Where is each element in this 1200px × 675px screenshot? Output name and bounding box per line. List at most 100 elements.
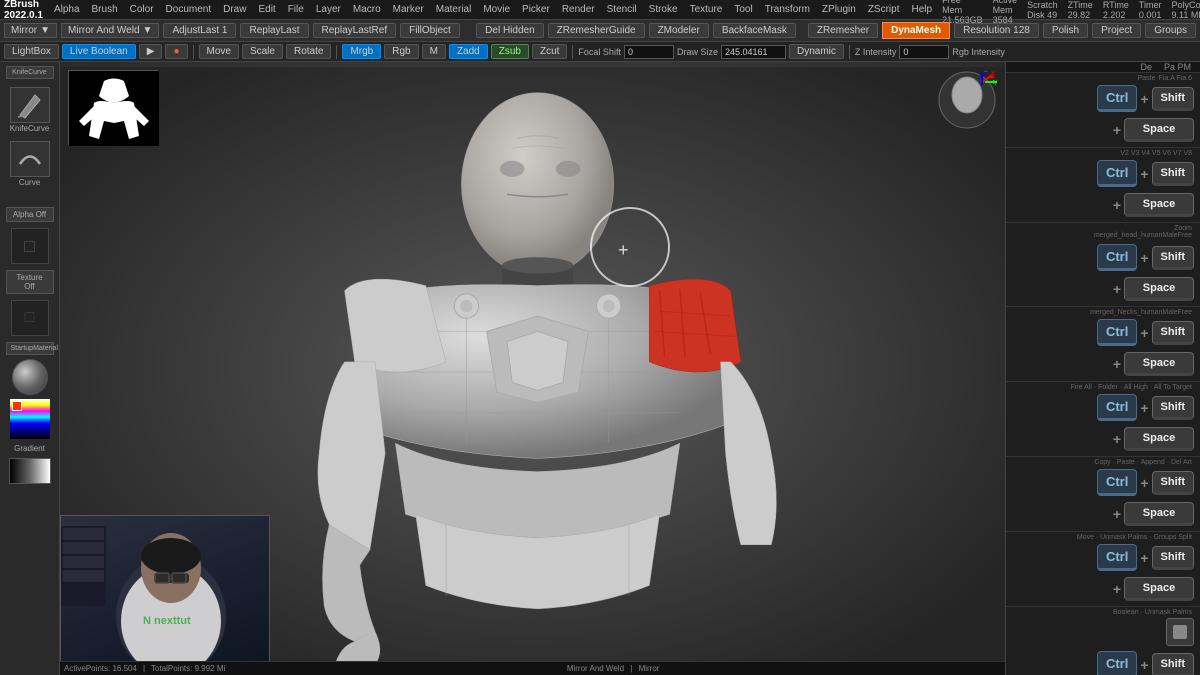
ctrl-key-5[interactable]: Ctrl — [1097, 394, 1137, 421]
m-btn[interactable]: M — [422, 44, 446, 59]
canvas-area[interactable]: + X Y Z — [60, 62, 1005, 675]
zsub-btn[interactable]: Zsub — [491, 44, 529, 59]
nav-gizmo[interactable]: X Y Z — [937, 70, 997, 130]
shift-key-1[interactable]: Shift — [1152, 87, 1194, 111]
space-key-5[interactable]: Space — [1124, 427, 1194, 451]
menu-zscript[interactable]: ZScript — [863, 3, 905, 16]
shift-key-2[interactable]: Shift — [1152, 162, 1194, 186]
ctrl-key-7[interactable]: Ctrl — [1097, 544, 1137, 571]
menu-zplugin[interactable]: ZPlugin — [817, 3, 861, 16]
knife-curve-brush[interactable]: KnifeCurve — [4, 85, 56, 135]
menu-render[interactable]: Render — [557, 3, 600, 16]
draw-size-input[interactable] — [721, 45, 786, 59]
zmodeler-btn[interactable]: ZModeler — [649, 23, 709, 38]
space-key-7[interactable]: Space — [1124, 577, 1194, 601]
adjust-last-btn[interactable]: AdjustLast 1 — [163, 23, 236, 38]
menu-draw[interactable]: Draw — [218, 3, 251, 16]
space-key-2[interactable]: Space — [1124, 193, 1194, 217]
material-sphere[interactable] — [12, 359, 48, 395]
scale-btn[interactable]: Scale — [242, 44, 283, 59]
polish-btn[interactable]: Polish — [1043, 23, 1088, 38]
replay-last-ref-btn[interactable]: ReplayLastRef — [313, 23, 397, 38]
gradient-swatch[interactable] — [9, 458, 51, 484]
ctrl-key-1[interactable]: Ctrl — [1097, 85, 1137, 112]
menu-macro[interactable]: Macro — [348, 3, 386, 16]
shift-key-5[interactable]: Shift — [1152, 396, 1194, 420]
menu-alpha[interactable]: Alpha — [49, 3, 85, 16]
menu-edit[interactable]: Edit — [253, 3, 280, 16]
zcut-btn[interactable]: Zcut — [532, 44, 567, 59]
zadd-btn[interactable]: Zadd — [449, 44, 488, 59]
zremesher-guide-btn[interactable]: ZRemesherGuide — [548, 23, 645, 38]
shift-key-3[interactable]: Shift — [1152, 246, 1194, 270]
rgb-btn[interactable]: Rgb — [384, 44, 418, 59]
left-sidebar: KnifeCurve KnifeCurve Curve Alpha Off □ — [0, 62, 60, 675]
del-hidden-btn[interactable]: Del Hidden — [476, 23, 543, 38]
menu-texture[interactable]: Texture — [685, 3, 728, 16]
mrgb-btn[interactable]: Mrgb — [342, 44, 381, 59]
menu-document[interactable]: Document — [161, 3, 217, 16]
live-boolean-btn[interactable]: Live Boolean — [62, 44, 136, 59]
zremesher-btn[interactable]: ZRemesher — [808, 23, 878, 38]
ctrl-key-6[interactable]: Ctrl — [1097, 469, 1137, 496]
shift-key-6[interactable]: Shift — [1152, 471, 1194, 495]
menu-help[interactable]: Help — [907, 3, 938, 16]
color-swatch[interactable] — [10, 399, 50, 439]
space-key-1[interactable]: Space — [1124, 118, 1194, 142]
dynamic-btn[interactable]: Dynamic — [789, 44, 844, 59]
de-btn[interactable]: De — [1135, 62, 1157, 72]
menu-layer[interactable]: Layer — [311, 3, 346, 16]
mirror-dropdown[interactable]: Mirror ▼ — [4, 23, 57, 38]
shift-key-8[interactable]: Shift — [1152, 653, 1194, 675]
curve-brush[interactable]: Curve — [4, 139, 56, 189]
ctrl-key-4[interactable]: Ctrl — [1097, 319, 1137, 346]
menu-stroke[interactable]: Stroke — [644, 3, 683, 16]
resolution-btn[interactable]: Resolution 128 — [954, 23, 1039, 38]
webcam-overlay: N nexttut — [60, 515, 270, 675]
ctrl-key-8[interactable]: Ctrl — [1097, 651, 1137, 675]
menu-brush[interactable]: Brush — [87, 3, 123, 16]
mirror-and-weld-dropdown[interactable]: Mirror And Weld ▼ — [61, 23, 159, 38]
shortcut-keys-3: Ctrl + Shift — [1008, 241, 1198, 274]
fill-object-btn[interactable]: FillObject — [400, 23, 460, 38]
rec-btn[interactable]: ● — [165, 44, 187, 59]
groups-btn[interactable]: Groups — [1145, 23, 1196, 38]
rotate-btn[interactable]: Rotate — [286, 44, 331, 59]
texture-off-btn[interactable]: Texture Off — [6, 270, 54, 294]
menu-marker[interactable]: Marker — [388, 3, 429, 16]
viewport[interactable]: + X Y Z — [60, 62, 1005, 675]
menu-transform[interactable]: Transform — [760, 3, 815, 16]
boolean-icon[interactable] — [1166, 618, 1194, 646]
alpha-off-btn[interactable]: Alpha Off — [6, 207, 54, 222]
backface-mask-btn[interactable]: BackfaceMask — [713, 23, 796, 38]
project-btn[interactable]: Project — [1092, 23, 1141, 38]
lightbox-btn[interactable]: KnifeCurve — [6, 66, 54, 79]
plus-space-6: + — [1113, 506, 1121, 522]
menu-movie[interactable]: Movie — [478, 3, 515, 16]
space-key-3[interactable]: Space — [1124, 277, 1194, 301]
free-mem: Free Mem 21.563GB — [939, 0, 986, 25]
menu-material[interactable]: Material — [431, 3, 477, 16]
menu-tool[interactable]: Tool — [729, 3, 757, 16]
space-key-4[interactable]: Space — [1124, 352, 1194, 376]
lightbox-btn[interactable]: LightBox — [4, 44, 59, 59]
pa-pm-btn[interactable]: Pa PM — [1159, 62, 1196, 72]
shift-key-7[interactable]: Shift — [1152, 546, 1194, 570]
dynameshed-btn[interactable]: DynaMesh — [882, 22, 950, 39]
startup-material-btn[interactable]: StartupMaterial — [6, 342, 54, 355]
replay-last-btn[interactable]: ReplayLast — [240, 23, 308, 38]
z-intensity-input[interactable] — [899, 45, 949, 59]
shortcut-space-1: + Space — [1008, 115, 1198, 145]
space-key-6[interactable]: Space — [1124, 502, 1194, 526]
menu-file[interactable]: File — [283, 3, 309, 16]
ctrl-key-2[interactable]: Ctrl — [1097, 160, 1137, 187]
focal-shift-input[interactable] — [624, 45, 674, 59]
play-btn[interactable]: ▶ — [139, 44, 163, 59]
ctrl-key-3[interactable]: Ctrl — [1097, 244, 1137, 271]
menu-color[interactable]: Color — [125, 3, 159, 16]
shortcut-keys-1: Ctrl + Shift — [1008, 82, 1198, 115]
move-btn[interactable]: Move — [199, 44, 239, 59]
menu-picker[interactable]: Picker — [517, 3, 555, 16]
menu-stencil[interactable]: Stencil — [602, 3, 642, 16]
shift-key-4[interactable]: Shift — [1152, 321, 1194, 345]
